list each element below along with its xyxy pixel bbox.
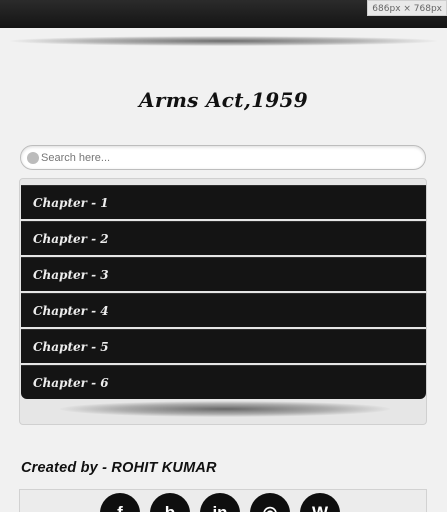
- header-divider-shadow: [10, 36, 437, 46]
- wordpress-button[interactable]: W: [300, 493, 340, 512]
- chapter-item-3[interactable]: Chapter - 3: [21, 257, 426, 291]
- chapter-item-4[interactable]: Chapter - 4: [21, 293, 426, 327]
- chapter-item-6[interactable]: Chapter - 6: [21, 365, 426, 399]
- chapter-item-5[interactable]: Chapter - 5: [21, 329, 426, 363]
- credit-text: Created by - ROHIT KUMAR: [21, 460, 217, 476]
- chapter-item-1[interactable]: Chapter - 1: [21, 185, 426, 219]
- chapter-list: Chapter - 1 Chapter - 2 Chapter - 3 Chap…: [21, 185, 426, 401]
- dimension-badge: 686px × 768px: [367, 0, 447, 16]
- search-box[interactable]: [20, 145, 426, 170]
- list-divider-shadow: [60, 401, 390, 417]
- page-title: Arms Act,1959: [139, 88, 308, 112]
- chapter-list-panel: Chapter - 1 Chapter - 2 Chapter - 3 Chap…: [19, 178, 427, 425]
- blogger-icon: b: [165, 503, 175, 512]
- chapter-item-2[interactable]: Chapter - 2: [21, 221, 426, 255]
- facebook-icon: f: [117, 503, 123, 512]
- social-links-panel: f b in ◎ W: [19, 489, 427, 512]
- search-icon: [27, 152, 39, 164]
- wordpress-icon: W: [312, 503, 328, 512]
- blogger-button[interactable]: b: [150, 493, 190, 512]
- linkedin-icon: in: [212, 503, 227, 512]
- social-links: f b in ◎ W: [100, 493, 340, 512]
- search-input[interactable]: [41, 149, 421, 167]
- linkedin-button[interactable]: in: [200, 493, 240, 512]
- dribbble-button[interactable]: ◎: [250, 493, 290, 512]
- dribbble-icon: ◎: [263, 503, 278, 512]
- facebook-button[interactable]: f: [100, 493, 140, 512]
- top-bar: 686px × 768px: [0, 0, 447, 28]
